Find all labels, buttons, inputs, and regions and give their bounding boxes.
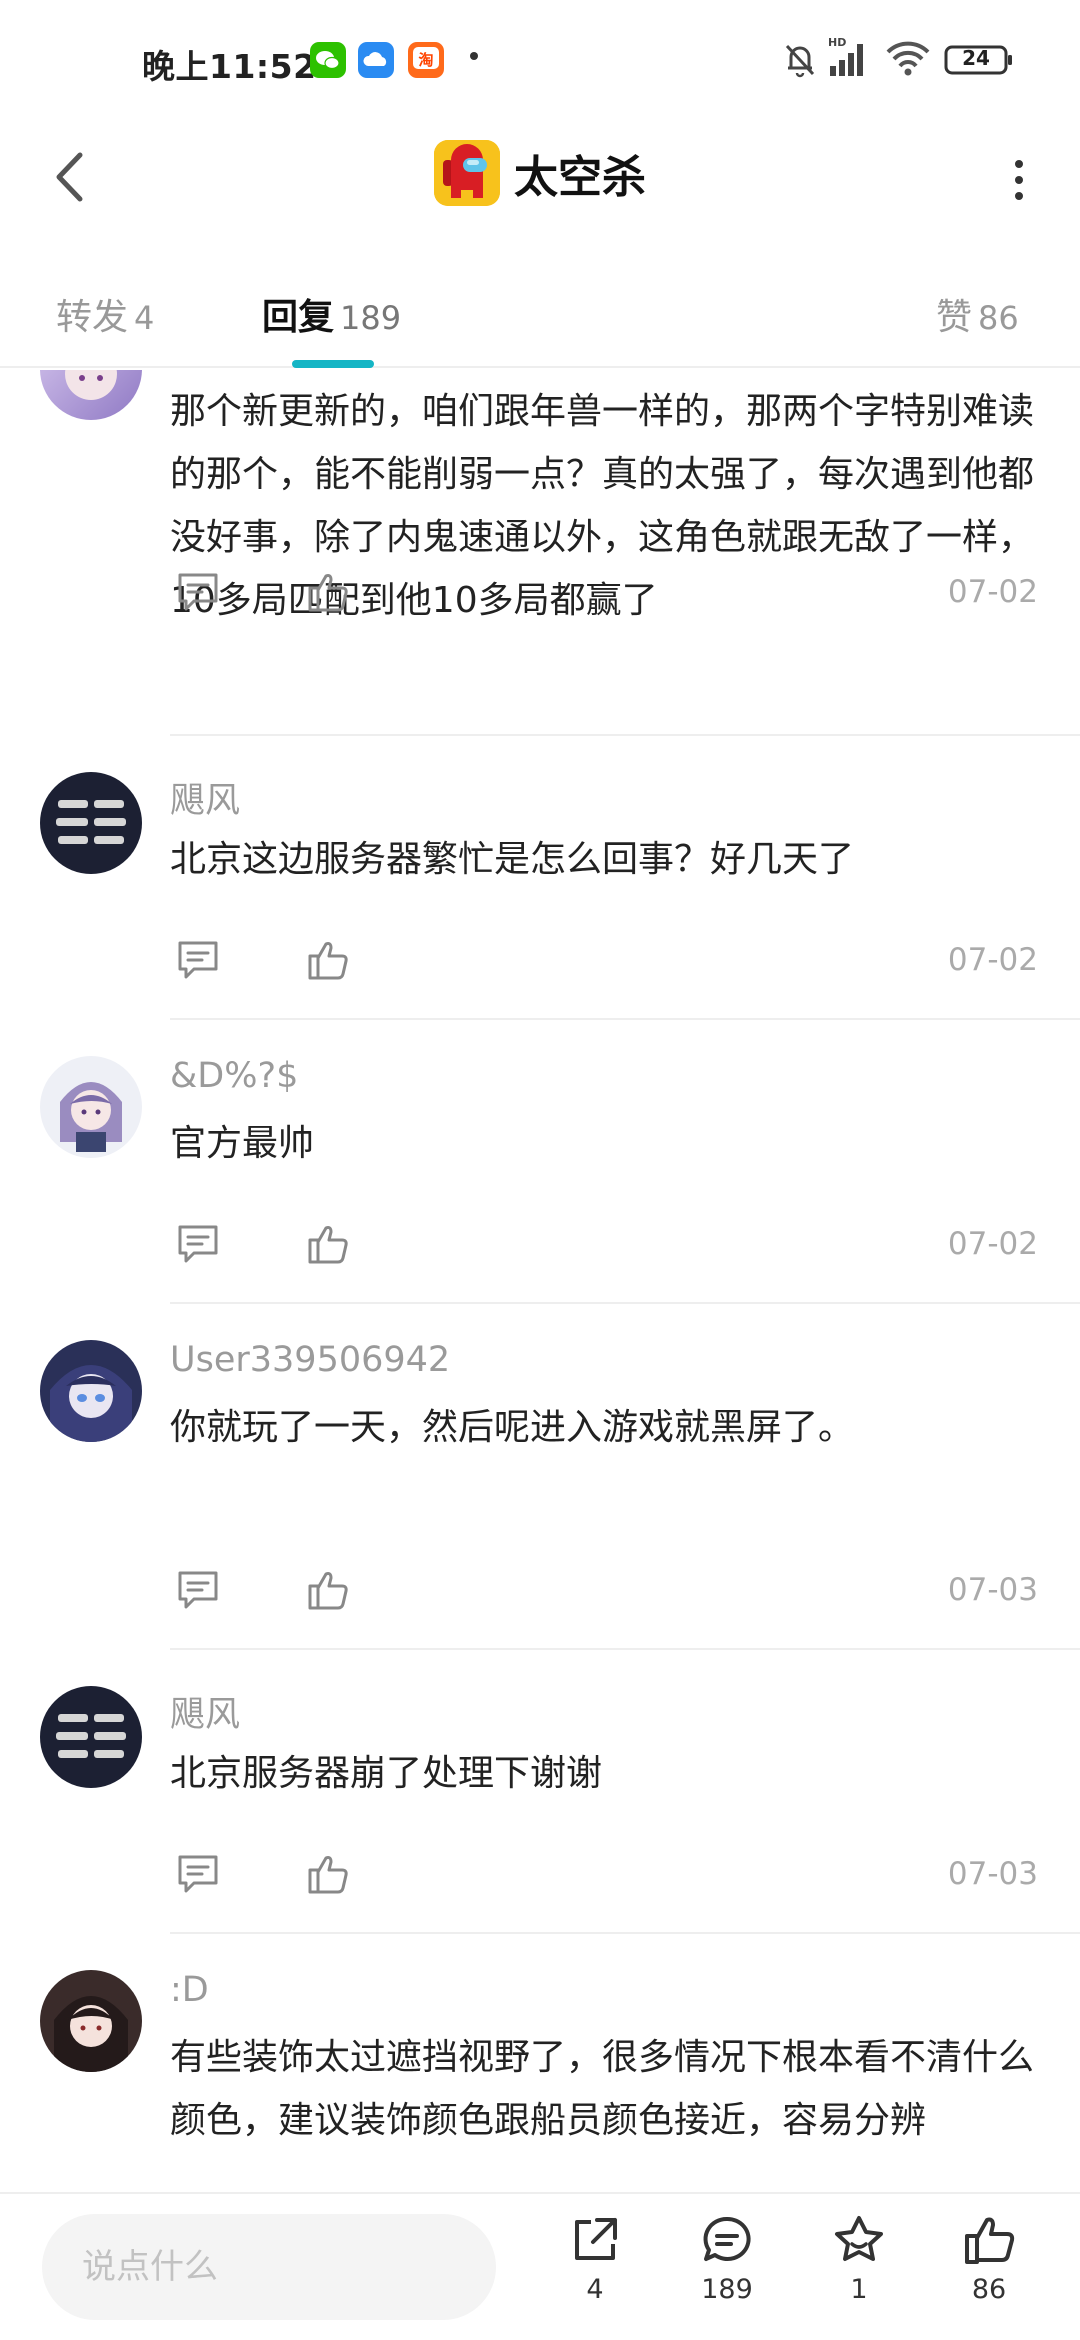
tab-forward-label: 转发: [56, 297, 129, 338]
comment-actions: 07-02: [170, 932, 1042, 992]
tab-reply-count: 189: [340, 299, 402, 337]
tab-like-count: 86: [978, 299, 1019, 337]
star-icon: [829, 2210, 889, 2270]
like-button[interactable]: [300, 932, 356, 988]
comment-item: User339506942 你就玩了一天，然后呢进入游戏就黑屏了。 07-03: [0, 1304, 1080, 1650]
like-button[interactable]: [300, 1846, 356, 1902]
comment-date: 07-02: [947, 574, 1038, 610]
tab-bar: 转发 4 回复 189 赞 86: [0, 240, 1080, 368]
tab-forward[interactable]: 转发 4: [56, 288, 154, 340]
comment-text: 北京这边服务器繁忙是怎么回事？好几天了: [170, 839, 855, 880]
wechat-icon: [310, 42, 346, 78]
comment-date: 07-02: [947, 1226, 1038, 1262]
comment-icon: [178, 1571, 218, 1609]
comment-item: 飓风 北京服务器崩了处理下谢谢 07-03: [0, 1650, 1080, 1934]
comment-icon: [178, 1225, 218, 1263]
comment-actions: 07-02: [170, 1216, 1042, 1276]
user-avatar[interactable]: [40, 1340, 142, 1442]
comment-item: :D 有些装饰太过遮挡视野了，很多情况下根本看不清什么颜色，建议装饰颜色跟船员颜…: [0, 1934, 1080, 2192]
thumbs-up-icon: [308, 942, 348, 980]
thumbs-up-icon: [308, 1226, 348, 1264]
favorite-button[interactable]: 1: [804, 2210, 914, 2330]
reply-button[interactable]: [170, 1562, 226, 1618]
comment-date: 07-03: [947, 1572, 1038, 1608]
comment-actions: 07-02: [170, 564, 1042, 624]
cloud-icon: [358, 42, 394, 78]
among-us-game-icon: [434, 140, 500, 206]
like-button[interactable]: [300, 1216, 356, 1272]
tab-like[interactable]: 赞 86: [936, 288, 1019, 340]
username[interactable]: 飓风: [170, 1686, 240, 1737]
user-avatar[interactable]: [40, 1686, 142, 1788]
reply-button[interactable]: [170, 1216, 226, 1272]
user-avatar[interactable]: [40, 1970, 142, 2072]
username[interactable]: User339506942: [170, 1340, 450, 1380]
user-avatar[interactable]: [40, 772, 142, 874]
top-header: 太空杀: [0, 120, 1080, 240]
username[interactable]: :D: [170, 1970, 209, 2010]
comment-item: 飓风 北京这边服务器繁忙是怎么回事？好几天了 07-02: [0, 736, 1080, 1020]
comment-actions: 07-03: [170, 1562, 1042, 1622]
share-count: 4: [586, 2274, 604, 2305]
comment-icon: [178, 573, 218, 611]
more-vertical-icon: [1015, 160, 1023, 168]
chat-bubble-icon: [697, 2210, 757, 2270]
reply-button[interactable]: [170, 932, 226, 988]
comment-date: 07-03: [947, 1856, 1038, 1892]
status-time: 晚上11:52: [142, 47, 317, 86]
comment-text: 北京服务器崩了处理下谢谢: [170, 1753, 603, 1794]
active-tab-indicator: [292, 360, 374, 368]
username[interactable]: &D%?$: [170, 1056, 298, 1096]
username[interactable]: 飓风: [170, 772, 240, 823]
more-options-button[interactable]: [994, 150, 1044, 210]
comment-text: 有些装饰太过遮挡视野了，很多情况下根本看不清什么颜色，建议装饰颜色跟船员颜色接近…: [170, 2037, 1035, 2141]
like-button[interactable]: [300, 1562, 356, 1618]
tab-reply[interactable]: 回复 189: [262, 288, 401, 340]
comment-item: &D%?$ 官方最帅 07-02: [0, 1020, 1080, 1304]
share-icon: [565, 2210, 625, 2270]
reply-button[interactable]: [170, 1846, 226, 1902]
bottom-action-bar: 4 189 1 86: [0, 2192, 1080, 2340]
like-button[interactable]: [300, 564, 356, 620]
battery-icon: 24: [944, 44, 1014, 80]
tab-forward-count: 4: [134, 299, 155, 337]
comment-icon: [178, 941, 218, 979]
signal-icon: HD: [826, 34, 872, 82]
thumbs-up-icon: [308, 574, 348, 612]
like-count: 86: [971, 2274, 1007, 2305]
title-group: 太空杀: [0, 140, 1080, 206]
status-bar: 晚上11:52 淘 HD 24: [0, 0, 1080, 120]
battery-level: 24: [962, 46, 990, 70]
thumbs-up-icon: [308, 1856, 348, 1894]
comment-item: 那个新更新的，咱们跟年兽一样的，那两个字特别难读的那个，能不能削弱一点？真的太强…: [0, 370, 1080, 736]
comment-actions: 07-03: [170, 1846, 1042, 1906]
comment-icon: [178, 1855, 218, 1893]
taobao-icon: 淘: [408, 42, 444, 78]
mute-icon: [782, 40, 818, 84]
svg-text:HD: HD: [828, 36, 846, 49]
comment-date: 07-02: [947, 942, 1038, 978]
svg-text:淘: 淘: [417, 51, 433, 69]
notification-dot: [470, 52, 478, 60]
wifi-icon: [884, 40, 932, 82]
comment-input[interactable]: [42, 2214, 496, 2320]
comment-list[interactable]: 那个新更新的，咱们跟年兽一样的，那两个字特别难读的那个，能不能削弱一点？真的太强…: [0, 370, 1080, 2192]
thumbs-up-icon: [308, 1572, 348, 1610]
comment-count: 189: [701, 2274, 753, 2305]
share-button[interactable]: 4: [540, 2210, 650, 2330]
tab-like-label: 赞: [936, 297, 973, 338]
reply-button[interactable]: [170, 564, 226, 620]
like-post-button[interactable]: 86: [934, 2210, 1044, 2330]
star-count: 1: [850, 2274, 868, 2305]
page-title: 太空杀: [514, 152, 646, 203]
comments-button[interactable]: 189: [672, 2210, 782, 2330]
comment-text: 官方最帅: [170, 1123, 315, 1164]
user-avatar[interactable]: [40, 370, 142, 420]
user-avatar[interactable]: [40, 1056, 142, 1158]
thumbs-up-icon: [959, 2210, 1019, 2270]
tab-reply-label: 回复: [262, 297, 335, 338]
comment-text: 你就玩了一天，然后呢进入游戏就黑屏了。: [170, 1407, 855, 1448]
